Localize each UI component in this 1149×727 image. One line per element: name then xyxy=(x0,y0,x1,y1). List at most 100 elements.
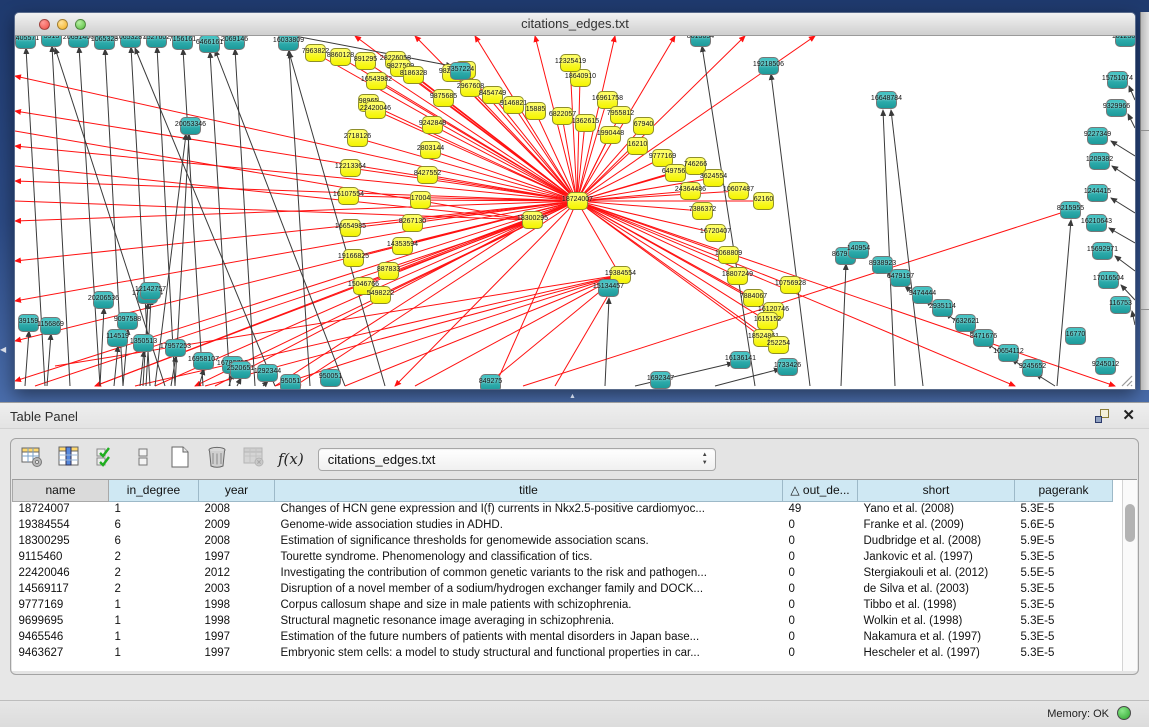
table-row[interactable]: 1872400712008Changes of HCN gene express… xyxy=(13,501,1113,517)
network-edge[interactable] xyxy=(891,110,923,386)
table-cell[interactable]: 2012 xyxy=(199,565,275,581)
network-node[interactable]: 5498222 xyxy=(370,286,391,304)
network-node[interactable]: 7955812 xyxy=(610,106,631,124)
table-cell[interactable]: 5.3E-5 xyxy=(1015,501,1113,517)
column-header-short[interactable]: short xyxy=(858,480,1015,501)
network-node[interactable]: 2069146 xyxy=(224,36,245,50)
network-node[interactable]: 1812304 xyxy=(1115,36,1135,47)
table-cell[interactable]: 9465546 xyxy=(13,629,109,645)
network-edge[interactable] xyxy=(1111,141,1135,156)
table-cell[interactable]: 1997 xyxy=(199,645,275,661)
network-node[interactable]: 15692971 xyxy=(1092,242,1113,260)
table-cell[interactable]: 1998 xyxy=(199,597,275,613)
network-edge[interactable] xyxy=(25,331,29,386)
network-node[interactable]: 1350513 xyxy=(133,334,154,352)
network-node[interactable]: 16648784 xyxy=(876,91,897,109)
table-cell[interactable]: 5.5E-5 xyxy=(1015,565,1113,581)
network-edge[interactable] xyxy=(1111,198,1135,213)
network-edge[interactable] xyxy=(79,47,100,386)
network-node[interactable]: 1362615 xyxy=(575,114,596,132)
network-node[interactable]: 17004 xyxy=(410,191,431,209)
table-cell[interactable]: 0 xyxy=(783,549,858,565)
network-node[interactable]: 2967608 xyxy=(460,79,481,97)
network-node[interactable]: 7357224 xyxy=(450,62,471,80)
delete-column-button[interactable] xyxy=(204,446,230,472)
table-cell[interactable]: Tibbo et al. (1998) xyxy=(858,597,1015,613)
network-edge[interactable] xyxy=(215,50,345,386)
memory-status-indicator[interactable] xyxy=(1117,706,1131,720)
table-cell[interactable]: 2009 xyxy=(199,517,275,533)
network-edge[interactable] xyxy=(210,52,230,386)
network-edge[interactable] xyxy=(841,264,846,386)
column-header-title[interactable]: title xyxy=(275,480,783,501)
network-node[interactable]: 114519 xyxy=(107,329,128,347)
table-cell[interactable]: Jankovic et al. (1997) xyxy=(858,549,1015,565)
network-node[interactable]: 16107554 xyxy=(338,187,359,205)
network-node[interactable]: 16654985 xyxy=(340,219,361,237)
network-edge[interactable] xyxy=(135,48,275,386)
network-node[interactable]: 9227349 xyxy=(1087,127,1108,145)
table-cell[interactable]: 0 xyxy=(783,613,858,629)
network-node[interactable]: 15134457 xyxy=(598,279,619,297)
table-cell[interactable]: Estimation of significance thresholds fo… xyxy=(275,533,783,549)
network-node[interactable]: 1244415 xyxy=(1087,184,1108,202)
network-node[interactable]: 1615152 xyxy=(757,312,778,330)
network-edge[interactable] xyxy=(577,191,738,201)
table-cell[interactable]: Estimation of the future numbers of pati… xyxy=(275,629,783,645)
network-edge[interactable] xyxy=(1057,220,1071,386)
network-node[interactable]: 9242848 xyxy=(422,116,443,134)
network-edge[interactable] xyxy=(883,110,895,386)
table-cell[interactable]: 2008 xyxy=(199,501,275,517)
network-edge[interactable] xyxy=(605,298,609,386)
column-header-in_degree[interactable]: in_degree xyxy=(109,480,199,501)
network-node[interactable]: 8471676 xyxy=(973,329,994,347)
table-cell[interactable]: 1 xyxy=(109,629,199,645)
network-node[interactable]: 1527602 xyxy=(146,36,167,48)
network-node[interactable]: 16210643 xyxy=(1086,214,1107,232)
table-row[interactable]: 946362711997Embryonic stem cells: a mode… xyxy=(13,645,1113,661)
network-edge[interactable] xyxy=(47,334,51,386)
table-cell[interactable]: 5.3E-5 xyxy=(1015,597,1113,613)
network-node[interactable]: 10654112 xyxy=(998,344,1019,362)
network-node[interactable]: 2718126 xyxy=(347,129,368,147)
table-cell[interactable]: Disruption of a novel member of a sodium… xyxy=(275,581,783,597)
table-cell[interactable]: Genome-wide association studies in ADHD. xyxy=(275,517,783,533)
network-node[interactable]: 18807249 xyxy=(727,267,748,285)
table-cell[interactable]: 1 xyxy=(109,645,199,661)
network-edge[interactable] xyxy=(15,201,532,220)
network-node[interactable]: 1068809 xyxy=(718,246,739,264)
network-node[interactable]: 12213364 xyxy=(340,159,361,177)
network-node[interactable]: 2520651 xyxy=(230,361,251,379)
table-selector-dropdown[interactable]: citations_edges.txt▲▼ xyxy=(318,448,716,471)
network-node[interactable]: 14353594 xyxy=(392,237,413,255)
table-cell[interactable]: 0 xyxy=(783,645,858,661)
table-cell[interactable]: 5.9E-5 xyxy=(1015,533,1113,549)
table-cell[interactable]: 18724007 xyxy=(13,501,109,517)
network-node[interactable]: 891295 xyxy=(355,52,376,70)
network-edge[interactable] xyxy=(715,369,780,386)
table-cell[interactable]: 0 xyxy=(783,581,858,597)
table-cell[interactable]: 9115460 xyxy=(13,549,109,565)
network-node[interactable]: 16543982 xyxy=(366,72,387,90)
column-header-out_de[interactable]: △ out_de... xyxy=(783,480,858,501)
select-all-button[interactable] xyxy=(93,446,119,472)
network-node[interactable]: 9245652 xyxy=(1022,359,1043,377)
table-mode-button[interactable] xyxy=(19,446,45,472)
table-cell[interactable]: 1997 xyxy=(199,549,275,565)
network-edge[interactable] xyxy=(15,131,532,220)
table-cell[interactable]: Franke et al. (2009) xyxy=(858,517,1015,533)
network-edge[interactable] xyxy=(15,201,577,261)
network-node[interactable]: 15751074 xyxy=(1107,71,1128,89)
network-node[interactable]: 18724007 xyxy=(567,192,588,210)
network-edge[interactable] xyxy=(114,346,118,386)
table-cell[interactable]: 5.3E-5 xyxy=(1015,613,1113,629)
network-node[interactable]: 16958107 xyxy=(193,352,214,370)
table-row[interactable]: 1938455462009Genome-wide association stu… xyxy=(13,517,1113,533)
table-cell[interactable]: 0 xyxy=(783,533,858,549)
table-cell[interactable]: 18300295 xyxy=(13,533,109,549)
network-edge[interactable] xyxy=(237,378,241,386)
table-cell[interactable]: Wolkin et al. (1998) xyxy=(858,613,1015,629)
network-node[interactable]: 22420046 xyxy=(365,101,386,119)
network-node[interactable]: 1156869 xyxy=(40,317,61,335)
table-cell[interactable]: 2 xyxy=(109,565,199,581)
